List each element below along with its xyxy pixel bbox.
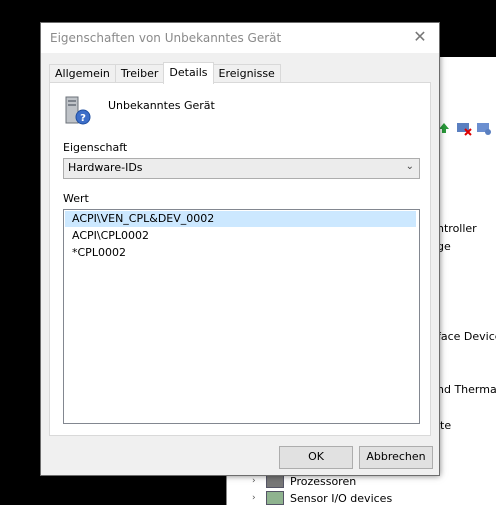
uninstall-device-icon[interactable]: [476, 120, 492, 136]
tab-ereignisse[interactable]: Ereignisse: [212, 64, 281, 83]
tree-item-prozessoren[interactable]: › Prozessoren: [252, 474, 356, 488]
chevron-right-icon[interactable]: ›: [252, 476, 260, 486]
value-label: Wert: [63, 192, 89, 205]
tree-item-label: Sensor I/O devices: [290, 491, 393, 505]
chevron-down-icon[interactable]: ⌄: [406, 161, 414, 172]
tab-strip: Allgemein Treiber Details Ereignisse: [49, 62, 281, 84]
sensor-icon: [266, 491, 284, 505]
list-item[interactable]: ACPI\CPL0002: [65, 228, 416, 244]
disable-device-icon[interactable]: [456, 120, 472, 136]
chevron-right-icon[interactable]: ›: [252, 493, 260, 503]
value-listbox[interactable]: ACPI\VEN_CPL&DEV_0002 ACPI\CPL0002 *CPL0…: [63, 209, 420, 424]
tab-allgemein[interactable]: Allgemein: [49, 64, 116, 83]
device-name: Unbekanntes Gerät: [108, 99, 215, 112]
device-manager-toolbar: [436, 120, 492, 138]
tree-item-label: Prozessoren: [290, 474, 357, 488]
svg-text:?: ?: [80, 113, 86, 124]
list-item[interactable]: ACPI\VEN_CPL&DEV_0002: [65, 211, 416, 227]
tab-treiber[interactable]: Treiber: [114, 64, 165, 83]
list-item[interactable]: *CPL0002: [65, 245, 416, 261]
property-selected-value: Hardware-IDs: [68, 161, 143, 174]
processor-icon: [266, 474, 284, 488]
cancel-button[interactable]: Abbrechen: [359, 446, 433, 469]
tree-item-sensor-io-devices[interactable]: › Sensor I/O devices: [252, 491, 392, 505]
background-text: face Device: [437, 330, 496, 343]
property-dropdown[interactable]: Hardware-IDs ⌄: [63, 158, 420, 179]
ok-button[interactable]: OK: [279, 446, 353, 469]
unknown-device-icon: ?: [65, 96, 91, 125]
dialog-title: Eigenschaften von Unbekanntes Gerät: [50, 31, 282, 45]
details-panel: ? Unbekanntes Gerät Eigenschaft Hardware…: [49, 82, 431, 436]
close-icon[interactable]: ✕: [411, 27, 429, 46]
title-bar[interactable]: Eigenschaften von Unbekanntes Gerät ✕: [41, 23, 439, 53]
property-label: Eigenschaft: [63, 141, 128, 154]
background-text: nd Thermal: [437, 383, 496, 396]
properties-dialog: Eigenschaften von Unbekanntes Gerät ✕ Al…: [40, 22, 440, 476]
tab-details[interactable]: Details: [163, 62, 214, 84]
background-text: ntroller: [437, 222, 477, 235]
